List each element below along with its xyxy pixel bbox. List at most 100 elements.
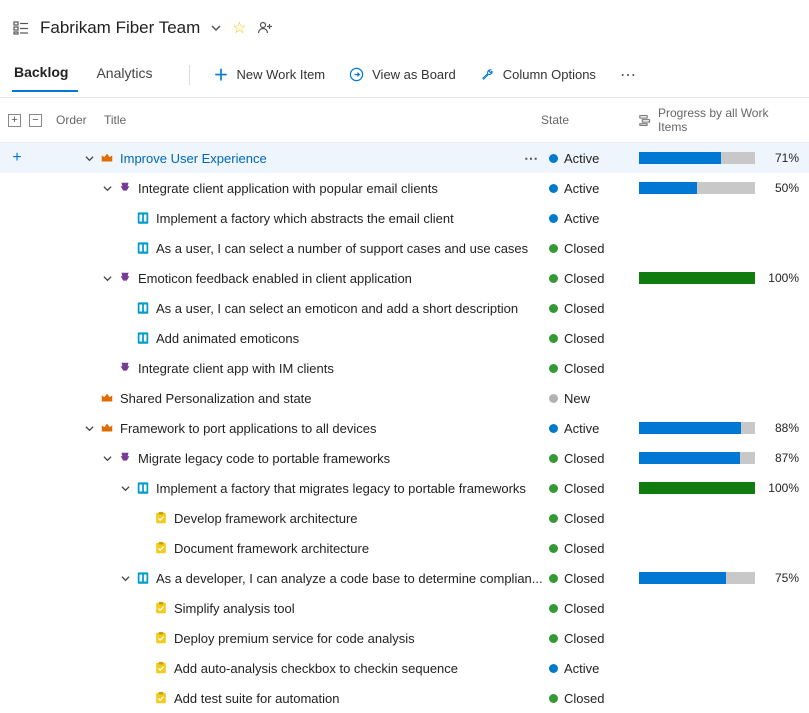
table-row[interactable]: Integrate client app with IM clients Clos… (0, 353, 809, 383)
work-item-title[interactable]: As a user, I can select an emoticon and … (156, 301, 518, 316)
column-options-label: Column Options (503, 67, 596, 82)
work-item-title[interactable]: Simplify analysis tool (174, 601, 295, 616)
work-item-title[interactable]: Shared Personalization and state (120, 391, 312, 406)
work-item-title[interactable]: Integrate client app with IM clients (138, 361, 334, 376)
state-cell: Closed (549, 601, 639, 616)
table-row[interactable]: Develop framework architectureClosed (0, 503, 809, 533)
table-row[interactable]: Shared Personalization and stateNew (0, 383, 809, 413)
progress-percent: 75% (763, 571, 799, 585)
work-item-title[interactable]: As a user, I can select a number of supp… (156, 241, 528, 256)
column-order[interactable]: Order (56, 113, 96, 127)
state-dot-icon (549, 364, 558, 373)
expand-chevron-icon[interactable] (84, 424, 94, 433)
state-cell: Closed (549, 241, 639, 256)
expand-chevron-icon[interactable] (84, 154, 94, 163)
favorite-star-icon[interactable]: ☆ (232, 18, 246, 38)
table-row[interactable]: + Improve User Experience ⋯ Active 71% (0, 143, 809, 173)
backlog-icon (12, 19, 30, 37)
column-progress[interactable]: Progress by all Work Items (639, 106, 799, 134)
progress-bar (639, 152, 755, 164)
work-item-title[interactable]: Migrate legacy code to portable framewor… (138, 451, 390, 466)
rollup-icon (639, 114, 652, 127)
table-row[interactable]: As a user, I can select an emoticon and … (0, 293, 809, 323)
column-title[interactable]: Title (104, 113, 533, 127)
progress-cell: 50% (639, 181, 799, 195)
column-header-row: + − Order Title State Progress by all Wo… (0, 98, 809, 143)
work-item-title[interactable]: Add test suite for automation (174, 691, 339, 706)
work-item-title[interactable]: As a developer, I can analyze a code bas… (156, 571, 543, 586)
work-item-title[interactable]: Deploy premium service for code analysis (174, 631, 415, 646)
state-label: Closed (564, 691, 604, 706)
work-item-title[interactable]: Develop framework architecture (174, 511, 358, 526)
state-cell: Closed (549, 481, 639, 496)
team-picker-chevron[interactable] (210, 22, 222, 34)
toolbar-more-icon[interactable]: ⋯ (610, 65, 648, 85)
table-row[interactable]: Deploy premium service for code analysis… (0, 623, 809, 653)
progress-cell: 100% (639, 271, 799, 285)
backlog-tree: + Improve User Experience ⋯ Active 71% Integr… (0, 143, 809, 713)
table-row[interactable]: Add animated emoticonsClosed (0, 323, 809, 353)
state-dot-icon (549, 514, 558, 523)
epic-icon (100, 391, 114, 405)
row-more-icon[interactable]: ⋯ (524, 150, 539, 167)
column-options-button[interactable]: Column Options (470, 63, 606, 86)
title-cell: Document framework architecture (34, 541, 549, 556)
work-item-title[interactable]: Document framework architecture (174, 541, 369, 556)
table-row[interactable]: As a developer, I can analyze a code bas… (0, 563, 809, 593)
table-row[interactable]: As a user, I can select a number of supp… (0, 233, 809, 263)
state-dot-icon (549, 214, 558, 223)
work-item-title[interactable]: Integrate client application with popula… (138, 181, 438, 196)
view-as-board-button[interactable]: View as Board (339, 63, 466, 86)
toolbar-separator (189, 65, 190, 85)
table-row[interactable]: Add auto-analysis checkbox to checkin se… (0, 653, 809, 683)
state-label: Active (564, 151, 599, 166)
expand-chevron-icon[interactable] (102, 274, 112, 283)
expand-chevron-icon[interactable] (102, 184, 112, 193)
state-label: Closed (564, 601, 604, 616)
table-row[interactable]: Migrate legacy code to portable framewor… (0, 443, 809, 473)
tab-analytics[interactable]: Analytics (94, 59, 162, 91)
progress-bar (639, 482, 755, 494)
state-dot-icon (549, 634, 558, 643)
state-dot-icon (549, 694, 558, 703)
work-item-title[interactable]: Implement a factory that migrates legacy… (156, 481, 526, 496)
table-row[interactable]: Emoticon feedback enabled in client appl… (0, 263, 809, 293)
state-label: Active (564, 181, 599, 196)
state-dot-icon (549, 394, 558, 403)
work-item-title[interactable]: Framework to port applications to all de… (120, 421, 377, 436)
epic-icon (100, 151, 114, 165)
expand-chevron-icon[interactable] (120, 574, 130, 583)
team-members-icon[interactable] (257, 20, 273, 36)
story-icon (136, 211, 150, 225)
title-cell: Add animated emoticons (34, 331, 549, 346)
work-item-title[interactable]: Add animated emoticons (156, 331, 299, 346)
expand-chevron-icon[interactable] (102, 454, 112, 463)
task-icon (154, 601, 168, 615)
work-item-title[interactable]: Add auto-analysis checkbox to checkin se… (174, 661, 458, 676)
collapse-all-button[interactable]: − (29, 114, 42, 127)
table-row[interactable]: Implement a factory that migrates legacy… (0, 473, 809, 503)
tab-backlog[interactable]: Backlog (12, 58, 78, 92)
table-row[interactable]: Simplify analysis tool Closed (0, 593, 809, 623)
add-child-button[interactable]: + (0, 149, 34, 167)
table-row[interactable]: Document framework architectureClosed (0, 533, 809, 563)
story-icon (136, 301, 150, 315)
work-item-title[interactable]: Emoticon feedback enabled in client appl… (138, 271, 412, 286)
state-dot-icon (549, 484, 558, 493)
table-row[interactable]: Add test suite for automation Closed (0, 683, 809, 713)
state-dot-icon (549, 544, 558, 553)
table-row[interactable]: Implement a factory which abstracts the … (0, 203, 809, 233)
state-cell: Closed (549, 361, 639, 376)
work-item-title[interactable]: Improve User Experience (120, 151, 267, 166)
title-cell: As a developer, I can analyze a code bas… (34, 571, 549, 586)
progress-percent: 100% (763, 271, 799, 285)
work-item-title[interactable]: Implement a factory which abstracts the … (156, 211, 454, 226)
table-row[interactable]: Integrate client application with popula… (0, 173, 809, 203)
progress-percent: 71% (763, 151, 799, 165)
expand-chevron-icon[interactable] (120, 484, 130, 493)
new-work-item-button[interactable]: ＋ New Work Item (204, 60, 336, 89)
expand-all-button[interactable]: + (8, 114, 21, 127)
title-cell: Develop framework architecture (34, 511, 549, 526)
column-state[interactable]: State (541, 113, 631, 127)
table-row[interactable]: Framework to port applications to all de… (0, 413, 809, 443)
